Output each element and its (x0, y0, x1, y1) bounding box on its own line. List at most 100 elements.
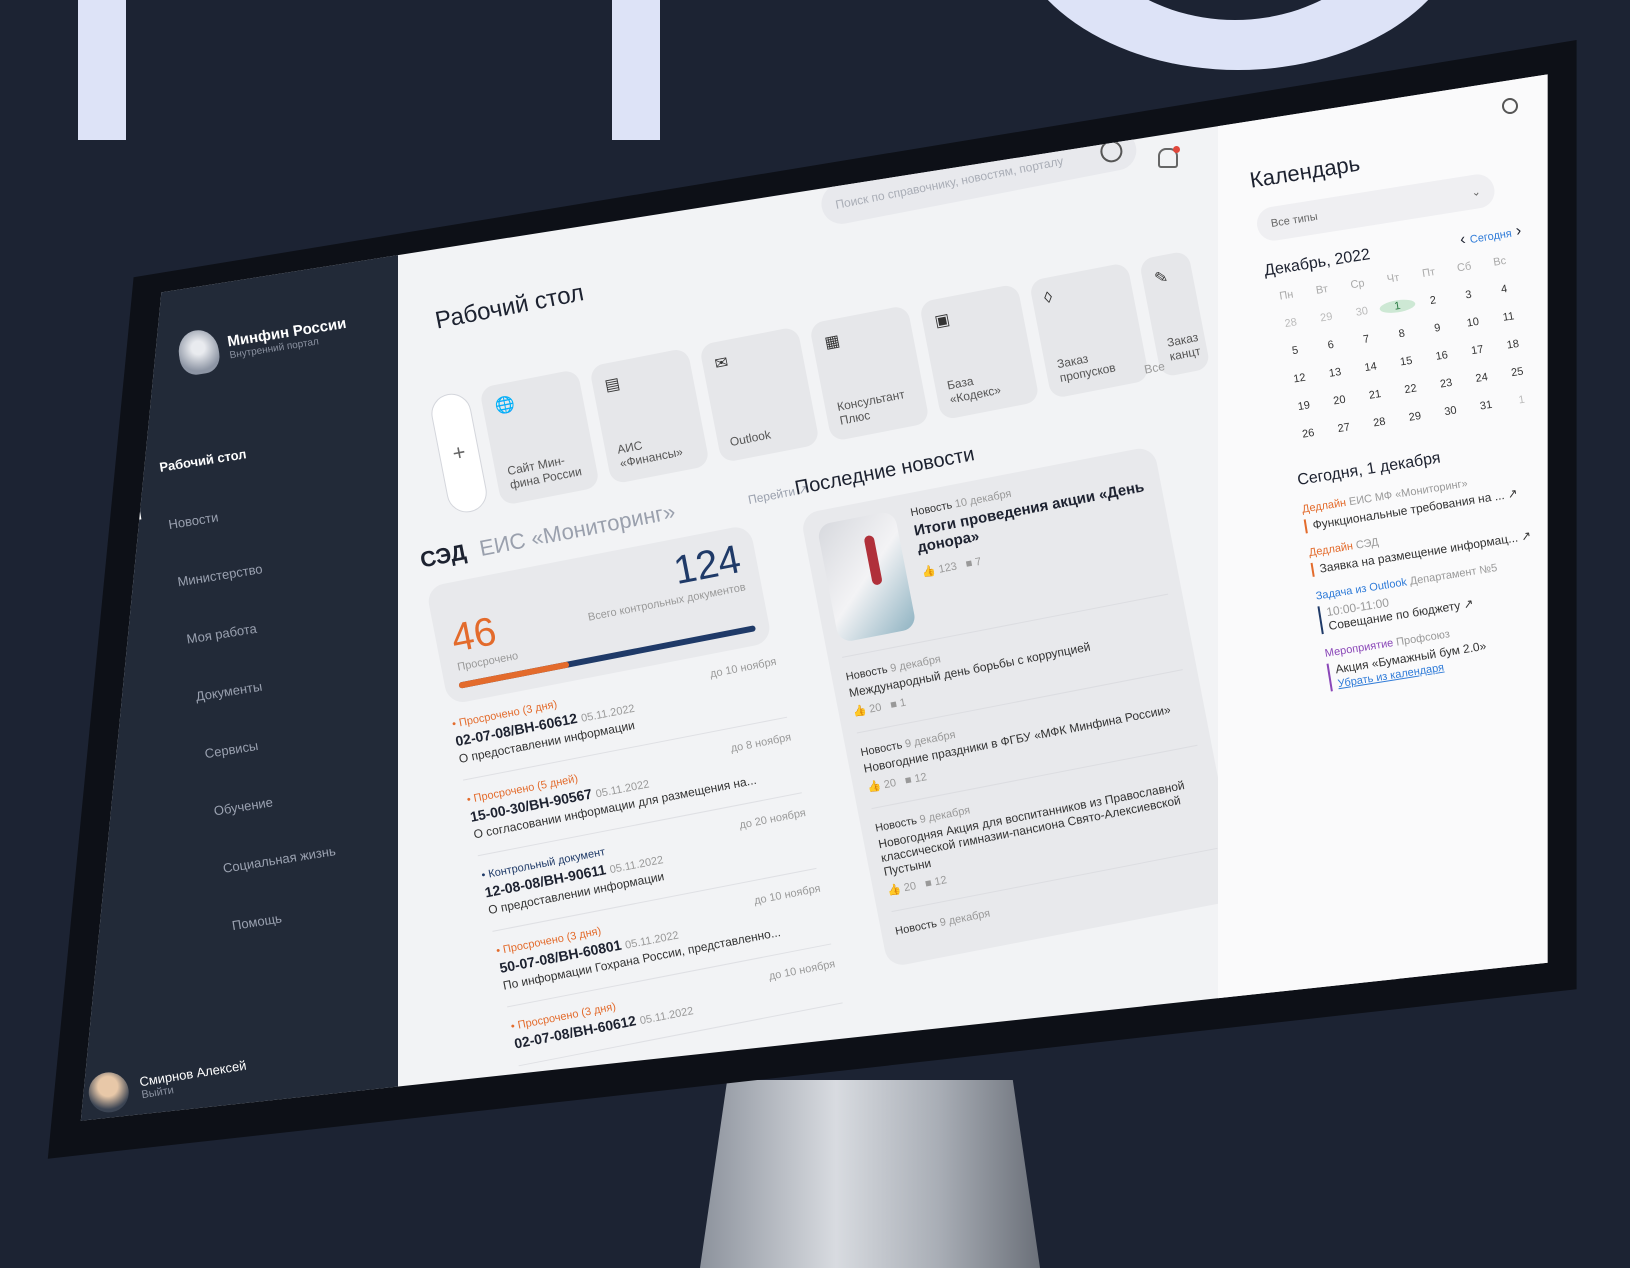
comment-icon[interactable]: ■ (904, 774, 913, 787)
comment-icon[interactable]: ■ (965, 557, 974, 570)
globe-icon: 🌐 (493, 395, 517, 417)
page-title: Рабочий стол (433, 279, 587, 335)
calendar-search-icon[interactable] (1502, 98, 1518, 114)
comment-count: 7 (974, 555, 983, 569)
like-count: 20 (868, 701, 883, 716)
news-image (816, 510, 917, 644)
calendar-month: Декабрь, 2022 (1263, 246, 1372, 280)
calendar-day[interactable]: 28 (1361, 414, 1398, 431)
tile-label: Outlook (728, 427, 772, 450)
tile-label: АИС «Финансы» (616, 438, 684, 471)
tile-ais-finance[interactable]: ▤ АИС «Финансы» (588, 347, 711, 485)
calendar-day[interactable]: 31 (1467, 397, 1504, 414)
tile-minfin-site[interactable]: 🌐 Сайт Мин-фина России (479, 368, 601, 506)
tile-passes[interactable]: ◊ Заказ пропусков (1028, 262, 1150, 400)
weekday-label: Сб (1456, 260, 1473, 275)
tile-label: Заказ пропусков (1055, 351, 1117, 385)
like-count: 123 (937, 560, 958, 576)
like-icon[interactable]: 👍 (852, 704, 868, 718)
like-icon[interactable]: 👍 (866, 780, 882, 794)
add-tile-button[interactable]: + (428, 390, 491, 516)
notification-bell-icon[interactable] (1158, 146, 1180, 168)
calendar-day[interactable]: 22 (1392, 381, 1429, 398)
like-icon[interactable]: 👍 (887, 883, 903, 897)
calendar-day[interactable]: 3 (1450, 286, 1487, 303)
archive-icon: ▣ (933, 311, 952, 331)
emblem-icon (175, 327, 222, 378)
like-icon[interactable]: 👍 (921, 565, 937, 579)
calendar-day[interactable]: 28 (1272, 314, 1309, 331)
calendar-day[interactable]: 30 (1432, 403, 1469, 420)
avatar (85, 1069, 132, 1116)
comment-count: 12 (933, 874, 948, 889)
weekday-label: Пн (1278, 288, 1295, 303)
weekday-label: Пт (1421, 266, 1436, 280)
calendar-day[interactable]: 5 (1276, 342, 1313, 359)
calendar-day[interactable]: 16 (1423, 347, 1460, 364)
tile-label: База «Кодекс» (945, 373, 1003, 407)
tile-kodeks[interactable]: ▣ База «Кодекс» (918, 283, 1040, 421)
pen-icon: ✎ (1153, 268, 1170, 288)
calendar-day[interactable]: 21 (1356, 386, 1393, 403)
calendar-day[interactable]: 19 (1285, 397, 1322, 414)
chevron-left-icon[interactable]: ‹ (1459, 231, 1467, 249)
calendar-content: Календарь Все типы ⌄ Декабрь, 2022 ‹ Сего… (1248, 127, 1548, 692)
calendar-day[interactable]: 4 (1485, 281, 1522, 298)
calendar-day[interactable]: 26 (1290, 425, 1327, 442)
calendar-day[interactable]: 29 (1308, 309, 1345, 326)
weekday-label: Вт (1315, 283, 1329, 297)
tile-stationery[interactable]: ✎ Заказ канцт (1138, 250, 1211, 378)
tile-consultant[interactable]: ▦ Консультант Плюс (808, 304, 930, 442)
decor-bar-middle (612, 0, 660, 140)
calendar-day[interactable]: 24 (1463, 369, 1500, 386)
news-type: Новость (894, 917, 939, 938)
calendar-day[interactable]: 11 (1490, 308, 1527, 325)
doc-date: 05.11.2022 (638, 1005, 695, 1028)
calendar-day[interactable]: 20 (1321, 392, 1358, 409)
like-count: 20 (902, 880, 918, 895)
calendar-day[interactable]: 25 (1499, 364, 1536, 381)
tile-label: Заказ канцт (1165, 330, 1202, 364)
news-date: 9 декабря (938, 907, 992, 930)
comment-icon[interactable]: ■ (924, 877, 933, 890)
calendar-day[interactable]: 9 (1419, 320, 1456, 337)
calendar-day[interactable]: 1 (1503, 391, 1540, 408)
calendar-day[interactable]: 29 (1396, 408, 1433, 425)
event-type-value: Все типы (1270, 210, 1319, 231)
weekday-label: Вс (1492, 254, 1508, 269)
tile-outlook[interactable]: ✉ Outlook (698, 326, 820, 464)
calendar-day[interactable]: 15 (1388, 353, 1425, 370)
calendar-day[interactable]: 12 (1281, 370, 1318, 387)
calendar-day[interactable]: 17 (1459, 342, 1496, 359)
book-icon: ▦ (823, 332, 842, 353)
weekday-label: Ср (1349, 277, 1366, 292)
comment-icon[interactable]: ■ (889, 698, 898, 711)
calendar-day[interactable]: 2 (1414, 292, 1451, 309)
like-count: 20 (882, 777, 898, 792)
calendar-day[interactable]: 18 (1494, 336, 1531, 353)
calendar-day[interactable]: 14 (1352, 359, 1389, 376)
calendar-day[interactable]: 7 (1348, 331, 1385, 348)
mail-icon: ✉ (713, 354, 730, 374)
tile-label: Консультант Плюс (835, 387, 906, 428)
pass-icon: ◊ (1042, 289, 1054, 308)
chevron-right-icon[interactable]: › (1515, 222, 1523, 240)
calendar-day[interactable]: 23 (1427, 375, 1464, 392)
calendar-day[interactable]: 10 (1454, 314, 1491, 331)
database-icon: ▤ (603, 375, 622, 395)
calendar-day[interactable]: 6 (1312, 336, 1349, 353)
calendar-day[interactable]: 27 (1325, 419, 1362, 436)
event-source: СЭД (1355, 536, 1380, 552)
calendar-day[interactable]: 30 (1343, 303, 1380, 320)
calendar-day-today[interactable]: 1 (1378, 297, 1417, 316)
today-link[interactable]: Сегодня (1469, 228, 1513, 246)
calendar-day[interactable]: 8 (1383, 325, 1420, 342)
decor-bar-left (78, 0, 126, 140)
sidebar-logo[interactable]: Минфин России Внутренний портал (175, 307, 351, 378)
sidebar-nav: Рабочий стол Новости Министерство Моя ра… (130, 440, 352, 973)
tab-sed[interactable]: СЭД (418, 539, 468, 573)
calendar-grid: Пн Вт Ср Чт Пт Сб Вс 28 29 30 1 2 3 4 5 … (1268, 252, 1548, 443)
monitor-stand (700, 1080, 1040, 1268)
calendar-day[interactable]: 13 (1316, 364, 1353, 381)
comment-count: 12 (913, 771, 928, 786)
